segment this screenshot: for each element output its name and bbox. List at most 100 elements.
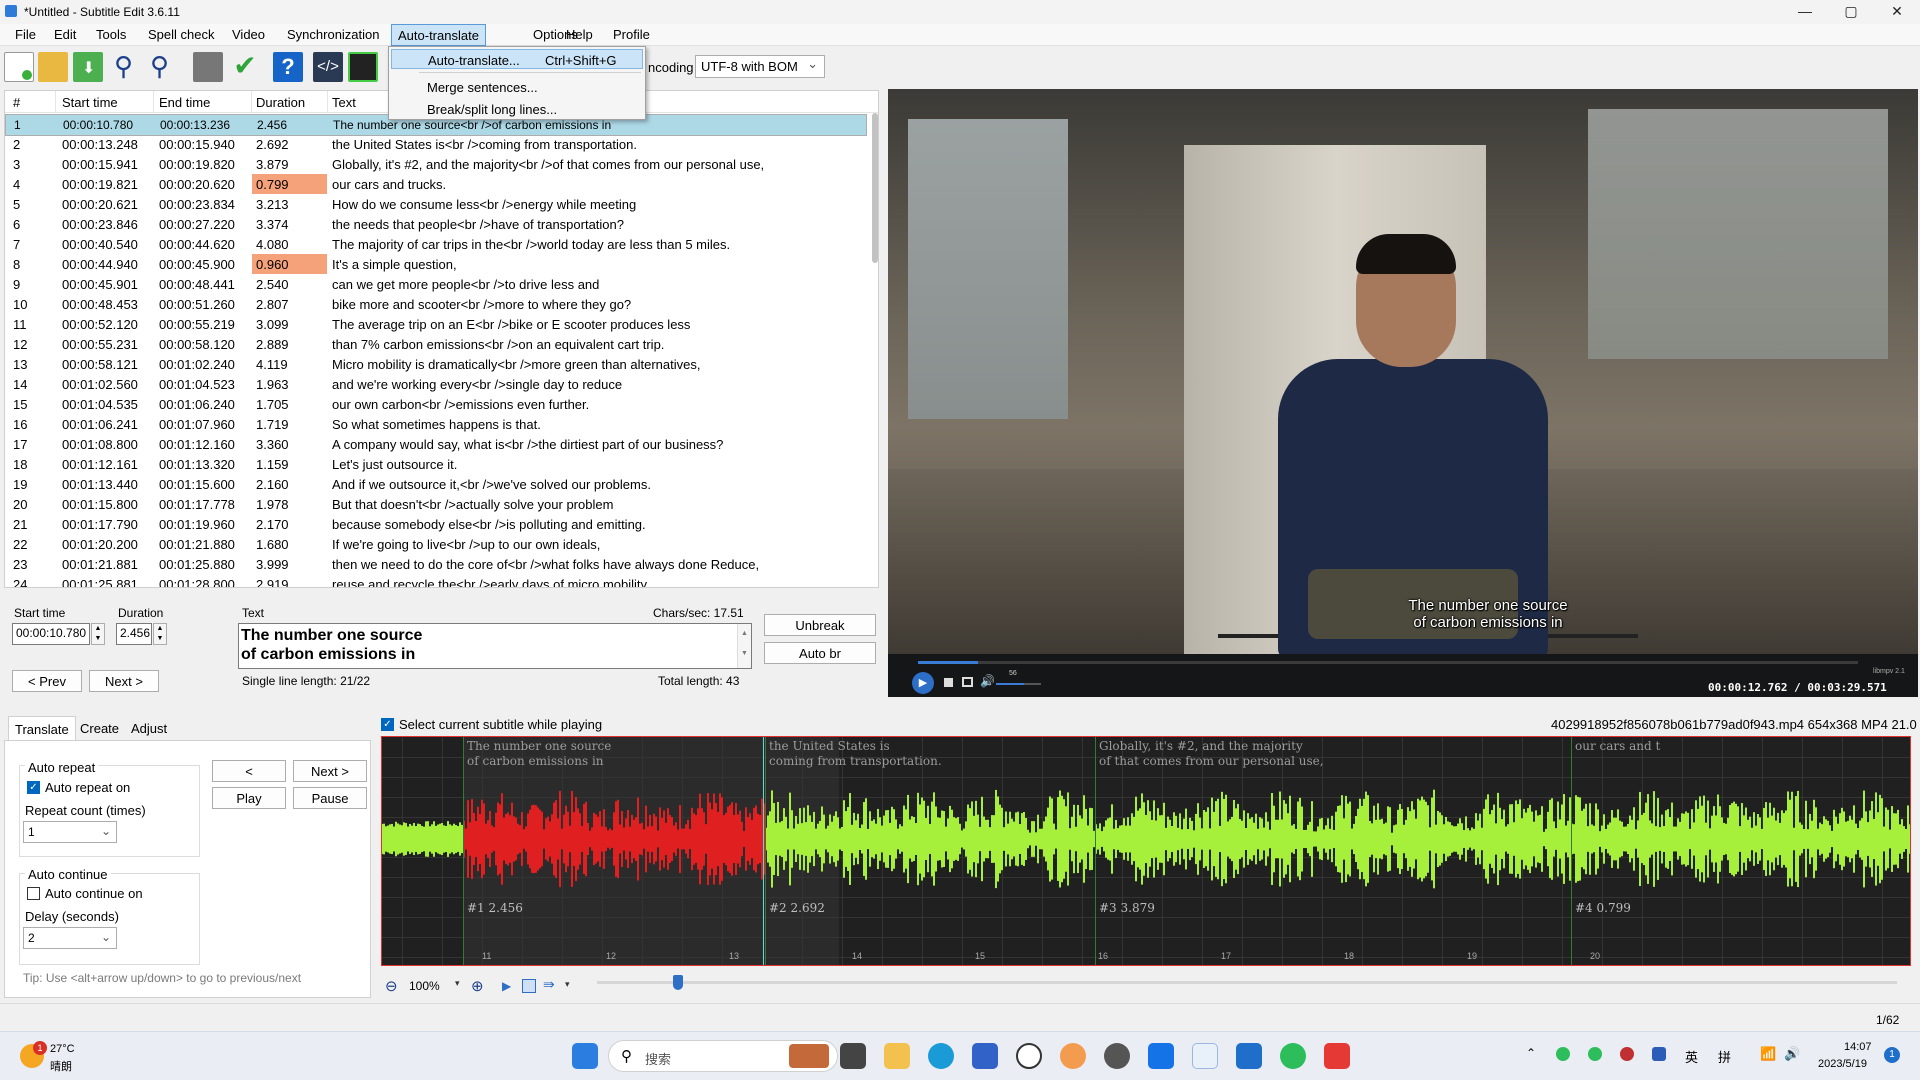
menu-item-auto-translate[interactable]: Auto-translate... Ctrl+Shift+G <box>391 49 643 69</box>
menu-help[interactable]: Help <box>566 27 593 42</box>
col-text[interactable]: Text <box>332 95 356 110</box>
table-row[interactable]: 24 00:01:25.881 00:01:28.800 2.919 reuse and… <box>5 574 867 587</box>
table-row[interactable]: 13 00:00:58.121 00:01:02.240 4.119 Micro mob… <box>5 354 867 374</box>
menu-item-merge-sentences[interactable]: Merge sentences... <box>391 77 643 97</box>
table-row[interactable]: 5 00:00:20.621 00:00:23.834 3.213 How do we … <box>5 194 867 214</box>
tray-app-icon[interactable] <box>1620 1047 1634 1061</box>
tray-wechat-icon[interactable] <box>1556 1047 1570 1061</box>
tab-create[interactable]: Create <box>74 716 125 740</box>
tab-adjust[interactable]: Adjust <box>125 716 173 740</box>
task-view-icon[interactable] <box>840 1043 866 1069</box>
video-progress-bar[interactable] <box>918 661 1858 664</box>
duration-spinner[interactable]: ▲ ▼ <box>153 623 167 645</box>
segment-border[interactable] <box>463 737 464 965</box>
settings-gear-icon[interactable] <box>1104 1043 1130 1069</box>
table-row[interactable]: 23 00:01:21.881 00:01:25.880 3.999 then we n… <box>5 554 867 574</box>
app-icon[interactable] <box>1148 1043 1174 1069</box>
grid-icon[interactable] <box>522 979 536 993</box>
col-start-time[interactable]: Start time <box>62 95 118 110</box>
pause-button[interactable]: Pause <box>293 787 367 809</box>
zoom-out-icon[interactable]: ⊖ <box>385 977 398 995</box>
menu-file[interactable]: File <box>15 27 36 42</box>
menu-profile[interactable]: Profile <box>613 27 650 42</box>
menu-video[interactable]: Video <box>232 27 265 42</box>
menu-auto-translate[interactable]: Auto-translate <box>391 24 486 46</box>
notepad-icon[interactable] <box>1236 1043 1262 1069</box>
table-row[interactable]: 7 00:00:40.540 00:00:44.620 4.080 The majori… <box>5 234 867 254</box>
forward-icon[interactable]: ⇛ <box>543 976 555 993</box>
menu-edit[interactable]: Edit <box>54 27 76 42</box>
segment-border[interactable] <box>1571 737 1572 965</box>
table-row[interactable]: 16 00:01:06.241 00:01:07.960 1.719 So what s… <box>5 414 867 434</box>
waveform-icon[interactable] <box>348 52 378 82</box>
video-player[interactable]: The number one source of carbon emission… <box>888 89 1918 697</box>
auto-br-button[interactable]: Auto br <box>764 642 876 664</box>
delay-select[interactable]: 2 ⌄ <box>23 927 117 949</box>
table-row[interactable]: 12 00:00:55.231 00:00:58.120 2.889 than 7% c… <box>5 334 867 354</box>
text-scrollbar[interactable]: ▲ ▼ <box>737 624 751 668</box>
prev-button[interactable]: < Prev <box>12 670 82 692</box>
close-button[interactable]: ✕ <box>1874 0 1920 24</box>
save-icon[interactable]: ⬇ <box>73 52 103 82</box>
table-row[interactable]: 21 00:01:17.790 00:01:19.960 2.170 because s… <box>5 514 867 534</box>
menu-tools[interactable]: Tools <box>96 27 126 42</box>
unbreak-button[interactable]: Unbreak <box>764 614 876 636</box>
source-view-icon[interactable]: </> <box>313 52 343 82</box>
prev-sub-button[interactable]: < <box>212 760 286 782</box>
wechat-icon[interactable] <box>1280 1043 1306 1069</box>
table-row[interactable]: 17 00:01:08.800 00:01:12.160 3.360 A company… <box>5 434 867 454</box>
next-sub-button[interactable]: Next > <box>293 760 367 782</box>
maximize-button[interactable]: ▢ <box>1828 0 1874 24</box>
speaker-icon[interactable]: 🔊 <box>1784 1046 1800 1062</box>
replace-icon[interactable]: ⚲ <box>150 52 180 82</box>
table-row[interactable]: 9 00:00:45.901 00:00:48.441 2.540 can we get… <box>5 274 867 294</box>
subtitle-grid[interactable]: # Start time End time Duration Text 1 00:… <box>4 90 879 588</box>
zoom-select[interactable]: 100% <box>409 979 440 993</box>
wifi-icon[interactable]: 📶 <box>1760 1046 1776 1062</box>
help-icon[interactable]: ? <box>273 52 303 82</box>
menu-spell-check[interactable]: Spell check <box>148 27 214 42</box>
subtitle-text-editor[interactable]: The number one source of carbon emission… <box>238 623 752 669</box>
auto-continue-checkbox[interactable] <box>27 887 40 900</box>
play-selection-icon[interactable]: ▶ <box>502 979 511 993</box>
tray-wechat2-icon[interactable] <box>1588 1047 1602 1061</box>
segment-border[interactable] <box>1095 737 1096 965</box>
start-time-input[interactable]: 00:00:10.780 <box>12 623 90 645</box>
waveform-position-slider[interactable] <box>597 981 1897 984</box>
table-row[interactable]: 6 00:00:23.846 00:00:27.220 3.374 the needs … <box>5 214 867 234</box>
edge-icon[interactable] <box>928 1043 954 1069</box>
fix-errors-icon[interactable] <box>193 52 223 82</box>
table-row[interactable]: 3 00:00:15.941 00:00:19.820 3.879 Globally, … <box>5 154 867 174</box>
start-time-spinner[interactable]: ▲ ▼ <box>91 623 105 645</box>
tab-translate[interactable]: Translate <box>8 716 76 740</box>
audio-waveform[interactable]: The number one source of carbon emissions… <box>381 736 1911 966</box>
dell-icon[interactable] <box>1016 1043 1042 1069</box>
table-row[interactable]: 18 00:01:12.161 00:01:13.320 1.159 Let's jus… <box>5 454 867 474</box>
table-row[interactable]: 2 00:00:13.248 00:00:15.940 2.692 the United… <box>5 134 867 154</box>
subtitle-edit-icon[interactable] <box>1192 1043 1218 1069</box>
duration-input[interactable]: 2.456 <box>116 623 152 645</box>
col-duration[interactable]: Duration <box>256 95 305 110</box>
wps-icon[interactable] <box>1324 1043 1350 1069</box>
file-explorer-icon[interactable] <box>884 1043 910 1069</box>
table-row[interactable]: 10 00:00:48.453 00:00:51.260 2.807 bike more… <box>5 294 867 314</box>
table-row[interactable]: 22 00:01:20.200 00:01:21.880 1.680 If we're … <box>5 534 867 554</box>
stop-icon[interactable] <box>944 678 953 687</box>
encoding-select[interactable]: UTF-8 with BOM <box>695 55 825 78</box>
next-button[interactable]: Next > <box>89 670 159 692</box>
table-row[interactable]: 15 00:01:04.535 00:01:06.240 1.705 our own c… <box>5 394 867 414</box>
menu-synchronization[interactable]: Synchronization <box>287 27 380 42</box>
fullscreen-icon[interactable] <box>962 677 973 687</box>
open-folder-icon[interactable] <box>38 52 68 82</box>
notification-badge[interactable]: 1 <box>1884 1047 1900 1063</box>
repeat-count-select[interactable]: 1 ⌄ <box>23 821 117 843</box>
spell-check-icon[interactable]: ✔ <box>230 52 260 82</box>
forward-chevron-icon[interactable]: ▾ <box>565 979 570 990</box>
table-row[interactable]: 8 00:00:44.940 00:00:45.900 0.960 It's a sim… <box>5 254 867 274</box>
search-box[interactable]: ⚲ 搜索 <box>608 1040 838 1072</box>
zoom-in-icon[interactable]: ⊕ <box>471 977 484 995</box>
slider-thumb[interactable] <box>673 975 683 990</box>
auto-repeat-checkbox[interactable]: ✓ <box>27 781 40 794</box>
store-icon[interactable] <box>972 1043 998 1069</box>
select-current-checkbox[interactable]: ✓ <box>381 718 394 731</box>
